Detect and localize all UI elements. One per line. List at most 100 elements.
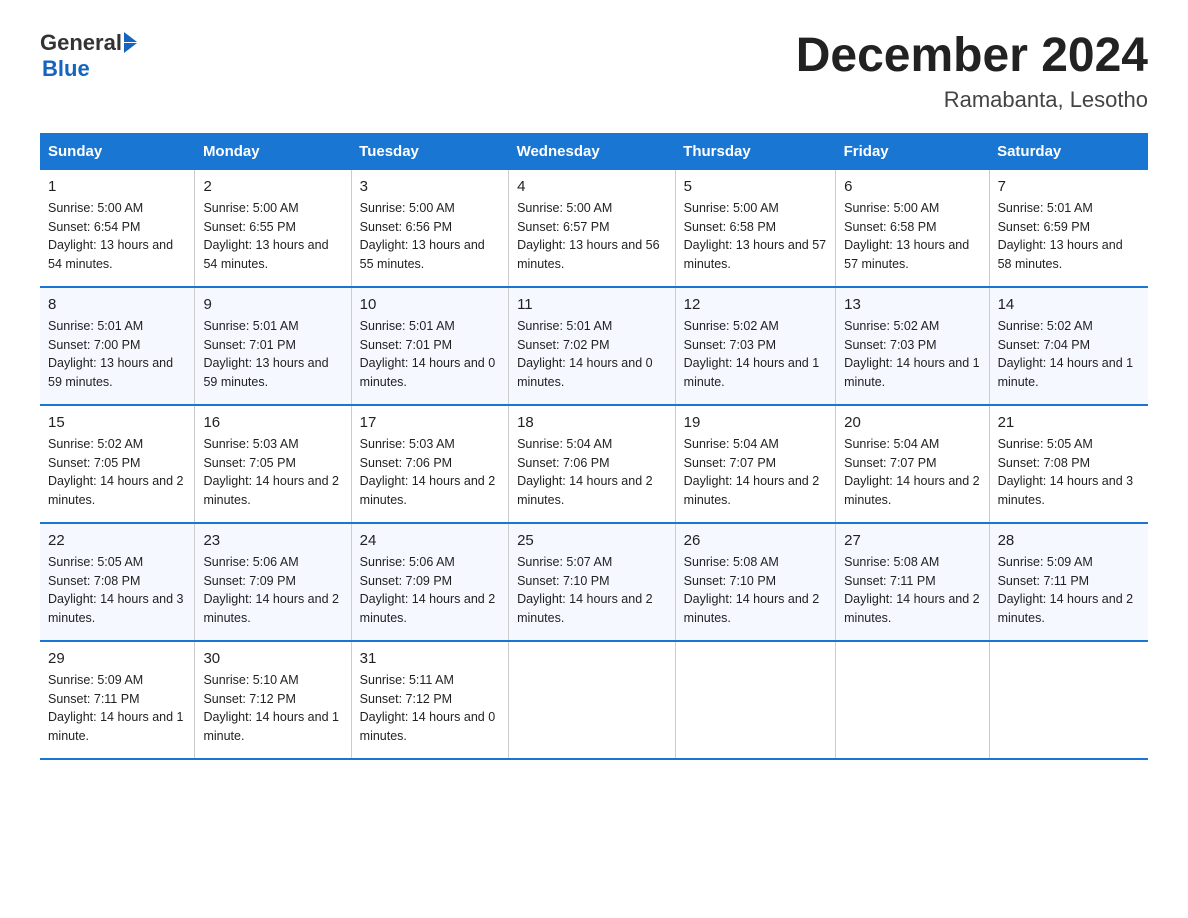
day-info: Sunrise: 5:08 AM Sunset: 7:11 PM Dayligh… (844, 553, 980, 628)
day-number: 29 (48, 650, 186, 667)
day-info: Sunrise: 5:00 AM Sunset: 6:55 PM Dayligh… (203, 199, 342, 274)
calendar-cell: 17 Sunrise: 5:03 AM Sunset: 7:06 PM Dayl… (351, 405, 508, 523)
calendar-cell: 30 Sunrise: 5:10 AM Sunset: 7:12 PM Dayl… (195, 641, 351, 759)
day-number: 1 (48, 178, 186, 195)
calendar-cell: 5 Sunrise: 5:00 AM Sunset: 6:58 PM Dayli… (675, 170, 835, 287)
day-number: 30 (203, 650, 342, 667)
day-info: Sunrise: 5:01 AM Sunset: 7:00 PM Dayligh… (48, 317, 186, 392)
col-tuesday: Tuesday (351, 133, 508, 170)
day-info: Sunrise: 5:11 AM Sunset: 7:12 PM Dayligh… (360, 671, 500, 746)
calendar-cell (989, 641, 1148, 759)
calendar-header-row: Sunday Monday Tuesday Wednesday Thursday… (40, 133, 1148, 170)
day-info: Sunrise: 5:01 AM Sunset: 7:01 PM Dayligh… (203, 317, 342, 392)
day-number: 8 (48, 296, 186, 313)
calendar-week-row: 29 Sunrise: 5:09 AM Sunset: 7:11 PM Dayl… (40, 641, 1148, 759)
day-number: 15 (48, 414, 186, 431)
day-number: 31 (360, 650, 500, 667)
day-number: 23 (203, 532, 342, 549)
day-number: 12 (684, 296, 827, 313)
day-info: Sunrise: 5:01 AM Sunset: 7:02 PM Dayligh… (517, 317, 667, 392)
day-info: Sunrise: 5:08 AM Sunset: 7:10 PM Dayligh… (684, 553, 827, 628)
calendar-cell: 3 Sunrise: 5:00 AM Sunset: 6:56 PM Dayli… (351, 170, 508, 287)
col-friday: Friday (836, 133, 989, 170)
day-info: Sunrise: 5:07 AM Sunset: 7:10 PM Dayligh… (517, 553, 667, 628)
day-info: Sunrise: 5:05 AM Sunset: 7:08 PM Dayligh… (998, 435, 1140, 510)
day-info: Sunrise: 5:06 AM Sunset: 7:09 PM Dayligh… (203, 553, 342, 628)
day-info: Sunrise: 5:10 AM Sunset: 7:12 PM Dayligh… (203, 671, 342, 746)
day-number: 2 (203, 178, 342, 195)
calendar-cell: 20 Sunrise: 5:04 AM Sunset: 7:07 PM Dayl… (836, 405, 989, 523)
calendar-cell: 11 Sunrise: 5:01 AM Sunset: 7:02 PM Dayl… (509, 287, 676, 405)
calendar-cell: 14 Sunrise: 5:02 AM Sunset: 7:04 PM Dayl… (989, 287, 1148, 405)
day-info: Sunrise: 5:04 AM Sunset: 7:07 PM Dayligh… (844, 435, 980, 510)
calendar-cell (509, 641, 676, 759)
calendar-cell (675, 641, 835, 759)
col-thursday: Thursday (675, 133, 835, 170)
day-info: Sunrise: 5:09 AM Sunset: 7:11 PM Dayligh… (998, 553, 1140, 628)
calendar-cell: 28 Sunrise: 5:09 AM Sunset: 7:11 PM Dayl… (989, 523, 1148, 641)
calendar-cell: 24 Sunrise: 5:06 AM Sunset: 7:09 PM Dayl… (351, 523, 508, 641)
calendar-cell: 18 Sunrise: 5:04 AM Sunset: 7:06 PM Dayl… (509, 405, 676, 523)
day-info: Sunrise: 5:02 AM Sunset: 7:03 PM Dayligh… (684, 317, 827, 392)
logo-general-text: General (40, 30, 122, 56)
calendar-week-row: 22 Sunrise: 5:05 AM Sunset: 7:08 PM Dayl… (40, 523, 1148, 641)
calendar-week-row: 1 Sunrise: 5:00 AM Sunset: 6:54 PM Dayli… (40, 170, 1148, 287)
day-number: 28 (998, 532, 1140, 549)
logo-blue-text: Blue (42, 56, 90, 82)
day-number: 24 (360, 532, 500, 549)
day-number: 21 (998, 414, 1140, 431)
logo: General Blue (40, 30, 137, 82)
day-info: Sunrise: 5:03 AM Sunset: 7:06 PM Dayligh… (360, 435, 500, 510)
day-info: Sunrise: 5:09 AM Sunset: 7:11 PM Dayligh… (48, 671, 186, 746)
calendar-cell: 31 Sunrise: 5:11 AM Sunset: 7:12 PM Dayl… (351, 641, 508, 759)
page-subtitle: Ramabanta, Lesotho (796, 87, 1148, 113)
calendar-cell: 26 Sunrise: 5:08 AM Sunset: 7:10 PM Dayl… (675, 523, 835, 641)
calendar-cell: 25 Sunrise: 5:07 AM Sunset: 7:10 PM Dayl… (509, 523, 676, 641)
calendar-cell: 10 Sunrise: 5:01 AM Sunset: 7:01 PM Dayl… (351, 287, 508, 405)
calendar-cell: 1 Sunrise: 5:00 AM Sunset: 6:54 PM Dayli… (40, 170, 195, 287)
day-info: Sunrise: 5:01 AM Sunset: 7:01 PM Dayligh… (360, 317, 500, 392)
day-number: 6 (844, 178, 980, 195)
day-number: 10 (360, 296, 500, 313)
day-info: Sunrise: 5:00 AM Sunset: 6:57 PM Dayligh… (517, 199, 667, 274)
calendar-cell: 4 Sunrise: 5:00 AM Sunset: 6:57 PM Dayli… (509, 170, 676, 287)
calendar-cell: 8 Sunrise: 5:01 AM Sunset: 7:00 PM Dayli… (40, 287, 195, 405)
day-number: 17 (360, 414, 500, 431)
calendar-cell: 15 Sunrise: 5:02 AM Sunset: 7:05 PM Dayl… (40, 405, 195, 523)
calendar-cell: 13 Sunrise: 5:02 AM Sunset: 7:03 PM Dayl… (836, 287, 989, 405)
calendar-table: Sunday Monday Tuesday Wednesday Thursday… (40, 133, 1148, 760)
day-info: Sunrise: 5:02 AM Sunset: 7:03 PM Dayligh… (844, 317, 980, 392)
day-number: 26 (684, 532, 827, 549)
day-number: 16 (203, 414, 342, 431)
calendar-cell: 19 Sunrise: 5:04 AM Sunset: 7:07 PM Dayl… (675, 405, 835, 523)
day-info: Sunrise: 5:00 AM Sunset: 6:58 PM Dayligh… (684, 199, 827, 274)
day-number: 14 (998, 296, 1140, 313)
day-number: 9 (203, 296, 342, 313)
day-info: Sunrise: 5:04 AM Sunset: 7:06 PM Dayligh… (517, 435, 667, 510)
calendar-cell: 29 Sunrise: 5:09 AM Sunset: 7:11 PM Dayl… (40, 641, 195, 759)
day-number: 5 (684, 178, 827, 195)
day-number: 11 (517, 296, 667, 313)
day-info: Sunrise: 5:00 AM Sunset: 6:54 PM Dayligh… (48, 199, 186, 274)
calendar-cell: 2 Sunrise: 5:00 AM Sunset: 6:55 PM Dayli… (195, 170, 351, 287)
day-number: 13 (844, 296, 980, 313)
calendar-cell: 21 Sunrise: 5:05 AM Sunset: 7:08 PM Dayl… (989, 405, 1148, 523)
day-info: Sunrise: 5:06 AM Sunset: 7:09 PM Dayligh… (360, 553, 500, 628)
day-info: Sunrise: 5:02 AM Sunset: 7:05 PM Dayligh… (48, 435, 186, 510)
day-number: 19 (684, 414, 827, 431)
calendar-cell: 23 Sunrise: 5:06 AM Sunset: 7:09 PM Dayl… (195, 523, 351, 641)
day-number: 4 (517, 178, 667, 195)
day-info: Sunrise: 5:05 AM Sunset: 7:08 PM Dayligh… (48, 553, 186, 628)
calendar-cell: 9 Sunrise: 5:01 AM Sunset: 7:01 PM Dayli… (195, 287, 351, 405)
calendar-cell: 7 Sunrise: 5:01 AM Sunset: 6:59 PM Dayli… (989, 170, 1148, 287)
day-info: Sunrise: 5:01 AM Sunset: 6:59 PM Dayligh… (998, 199, 1140, 274)
calendar-week-row: 15 Sunrise: 5:02 AM Sunset: 7:05 PM Dayl… (40, 405, 1148, 523)
page-title: December 2024 (796, 30, 1148, 83)
day-number: 7 (998, 178, 1140, 195)
day-number: 20 (844, 414, 980, 431)
day-info: Sunrise: 5:00 AM Sunset: 6:58 PM Dayligh… (844, 199, 980, 274)
calendar-cell: 22 Sunrise: 5:05 AM Sunset: 7:08 PM Dayl… (40, 523, 195, 641)
day-number: 25 (517, 532, 667, 549)
day-info: Sunrise: 5:03 AM Sunset: 7:05 PM Dayligh… (203, 435, 342, 510)
calendar-cell: 12 Sunrise: 5:02 AM Sunset: 7:03 PM Dayl… (675, 287, 835, 405)
